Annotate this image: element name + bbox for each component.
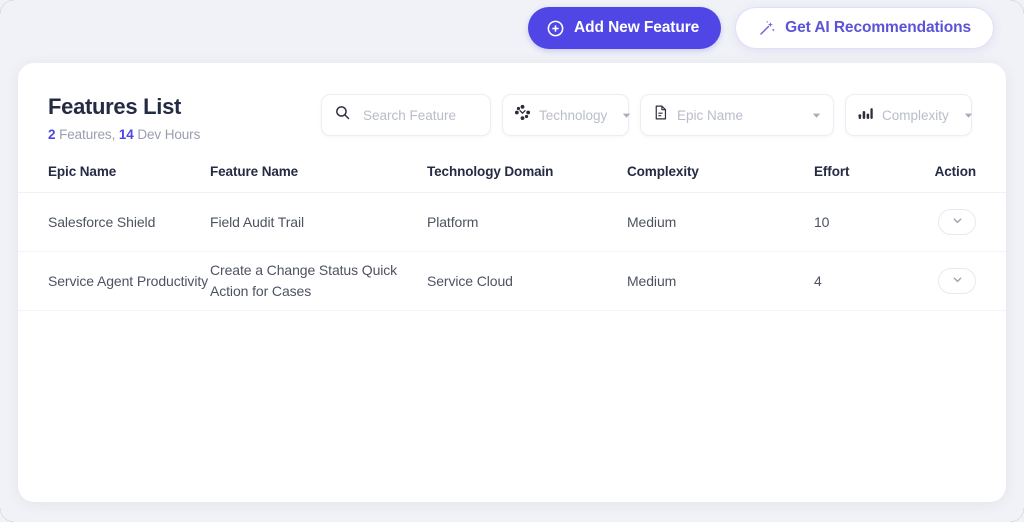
add-new-feature-label: Add New Feature — [574, 19, 700, 36]
chevron-down-icon — [805, 110, 822, 121]
magic-wand-icon — [758, 19, 776, 37]
search-icon — [334, 104, 351, 126]
filter-dropdown-epic-name[interactable]: Epic Name — [640, 94, 834, 136]
cell-epic-name: Salesforce Shield — [48, 213, 156, 230]
filter-label-technology: Technology — [539, 107, 608, 123]
filter-label-epic-name: Epic Name — [677, 107, 744, 123]
cell-technology-domain: Service Cloud — [427, 272, 513, 289]
chevron-down-icon — [951, 214, 964, 230]
column-header-feature-name: Feature Name — [210, 164, 299, 179]
search-feature-box[interactable] — [321, 94, 491, 136]
cell-action — [929, 209, 976, 235]
title-block: Features List 2 Features, 14 Dev Hours — [48, 92, 200, 142]
cell-action — [929, 268, 976, 294]
features-list-card: Features List 2 Features, 14 Dev Hours S… — [18, 63, 1006, 502]
add-new-feature-button[interactable]: Add New Feature — [528, 7, 722, 49]
search-input[interactable] — [361, 106, 478, 124]
cell-feature-name: Create a Change Status Quick Action for … — [210, 262, 398, 299]
dev-hours-count: 14 — [118, 127, 134, 142]
cell-complexity: Medium — [627, 213, 677, 230]
page-corner-bottom-right — [1010, 508, 1024, 522]
get-ai-recommendations-label: Get AI Recommendations — [785, 19, 971, 36]
table-row[interactable]: Service Agent Productivity Create a Chan… — [18, 252, 1006, 311]
bar-chart-icon — [857, 104, 874, 126]
cell-technology-domain: Platform — [427, 213, 479, 230]
features-count-label: Features — [59, 127, 112, 142]
document-icon — [652, 104, 669, 126]
cell-effort: 10 — [814, 213, 830, 230]
page-corner-top-left — [0, 0, 14, 14]
filters-bar: Technology Epic Name — [321, 92, 972, 136]
dev-hours-label: Dev Hours — [137, 127, 201, 142]
expand-row-button[interactable] — [938, 209, 976, 235]
page-corner-top-right — [1010, 0, 1024, 14]
column-header-complexity: Complexity — [627, 164, 699, 179]
filter-dropdown-complexity[interactable]: Complexity — [845, 94, 972, 136]
cell-feature-name: Field Audit Trail — [210, 213, 305, 230]
page-corner-bottom-left — [0, 508, 14, 522]
column-header-action: Action — [934, 164, 977, 179]
top-action-bar: Add New Feature Get AI Recommendations — [528, 7, 994, 49]
column-header-technology-domain: Technology Domain — [427, 164, 554, 179]
column-header-epic-name: Epic Name — [48, 164, 117, 179]
chevron-down-icon — [957, 110, 974, 121]
cell-effort: 4 — [814, 272, 822, 289]
expand-row-button[interactable] — [938, 268, 976, 294]
chevron-down-icon — [615, 110, 632, 121]
stats-separator: , — [111, 127, 116, 142]
features-table: Epic Name Feature Name Technology Domain… — [18, 164, 1006, 311]
filter-dropdown-technology[interactable]: Technology — [502, 94, 632, 136]
chevron-down-icon — [951, 273, 964, 289]
cell-epic-name: Service Agent Productivity — [48, 272, 209, 289]
card-header: Features List 2 Features, 14 Dev Hours S… — [18, 63, 1006, 142]
table-row[interactable]: Salesforce Shield Field Audit Trail Plat… — [18, 193, 1006, 252]
column-header-effort: Effort — [814, 164, 850, 179]
technology-node-icon — [514, 104, 531, 126]
features-count: 2 — [48, 127, 56, 142]
features-stats: 2 Features, 14 Dev Hours — [48, 127, 200, 142]
get-ai-recommendations-button[interactable]: Get AI Recommendations — [735, 7, 994, 49]
cell-complexity: Medium — [627, 272, 677, 289]
plus-circle-icon — [546, 19, 565, 38]
table-header-row: Epic Name Feature Name Technology Domain… — [18, 164, 1006, 193]
page-title: Features List — [48, 94, 182, 119]
filter-label-complexity: Complexity — [882, 107, 949, 123]
